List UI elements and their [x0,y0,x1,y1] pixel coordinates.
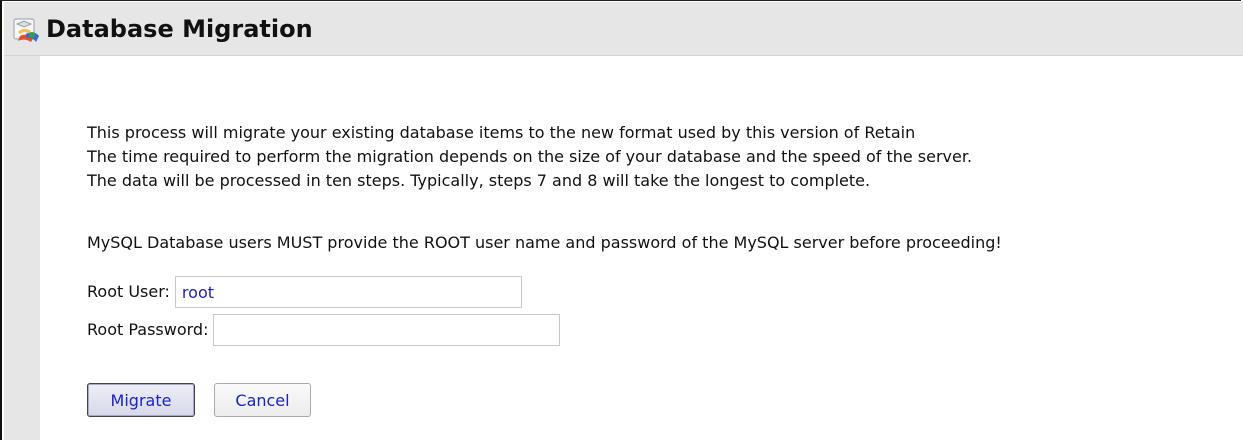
mysql-warning: MySQL Database users MUST provide the RO… [87,233,1002,252]
intro-line-2: The time required to perform the migrati… [87,147,973,166]
root-user-row: Root User: [87,276,522,308]
intro-line-3: The data will be processed in ten steps.… [87,171,871,190]
intro-line-1: This process will migrate your existing … [87,123,916,142]
root-password-row: Root Password: [87,314,561,346]
left-sidebar-strip [4,56,40,440]
root-password-label: Root Password: [87,320,209,339]
migration-window: Database Migration This process will mig… [0,0,1243,440]
root-user-input[interactable] [174,276,522,308]
database-migration-icon [13,18,39,42]
root-user-label: Root User: [87,282,170,301]
root-password-input[interactable] [213,314,561,346]
page-header: Database Migration [4,2,1243,56]
migrate-button[interactable]: Migrate [87,383,195,417]
migration-content: This process will migrate your existing … [87,121,1227,431]
page-title: Database Migration [46,15,313,43]
cancel-button[interactable]: Cancel [214,383,311,417]
